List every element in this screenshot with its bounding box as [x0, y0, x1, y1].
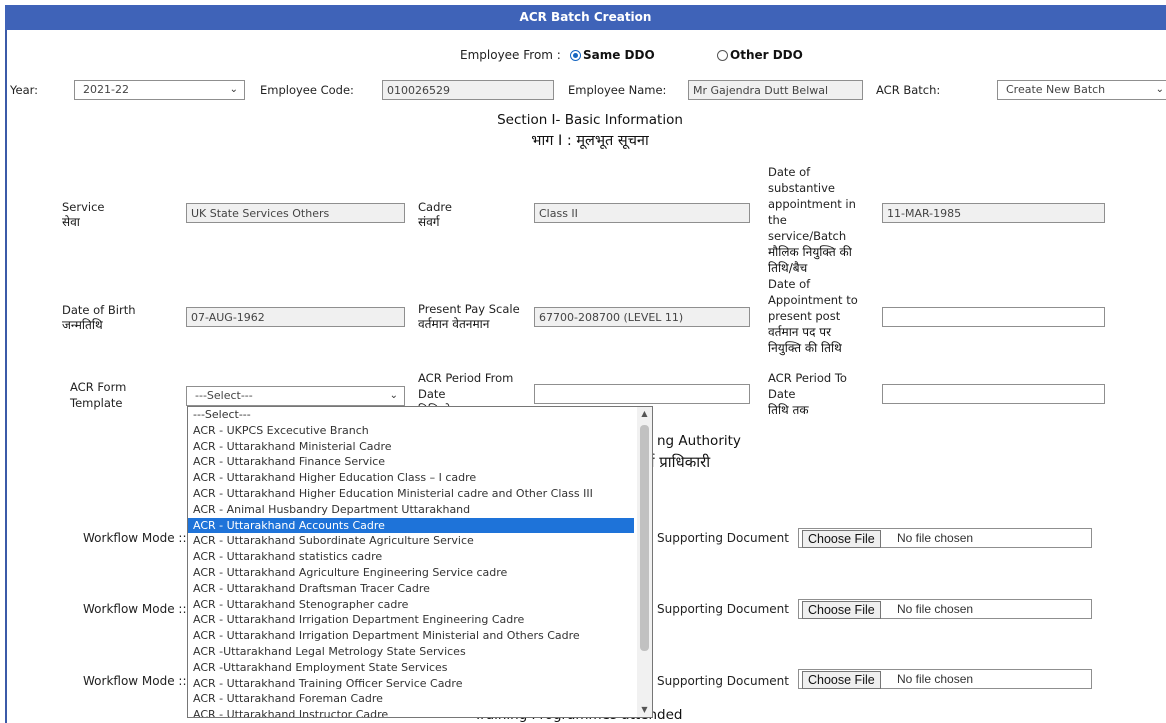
- page: ACR Batch Creation Employee From : Same …: [0, 0, 1166, 723]
- dropdown-option[interactable]: ACR - Uttarakhand Agriculture Engineerin…: [188, 565, 634, 581]
- dropdown-option[interactable]: ACR - Uttarakhand Irrigation Department …: [188, 612, 634, 628]
- file-input[interactable]: Choose File No file chosen: [798, 669, 1092, 689]
- supporting-document-label: Supporting Document: [657, 602, 789, 616]
- section2-title-hi: र्ग प्राधिकारी: [646, 453, 711, 471]
- chevron-down-icon: ⌄: [1155, 84, 1164, 95]
- acr-batch-select[interactable]: Create New Batch ⌄: [997, 80, 1166, 100]
- radio-other-ddo[interactable]: Other DDO: [717, 48, 803, 62]
- scroll-down-icon[interactable]: ▼: [637, 703, 652, 717]
- choose-file-button[interactable]: Choose File: [802, 601, 881, 619]
- acr-form-template-select[interactable]: ---Select--- ⌄: [186, 386, 405, 406]
- dropdown-option[interactable]: ACR - Uttarakhand Foreman Cadre: [188, 691, 634, 707]
- dropdown-option[interactable]: ACR - Uttarakhand Training Officer Servi…: [188, 676, 634, 692]
- workflow-mode-label: Workflow Mode ::: [83, 674, 187, 688]
- acr-period-to-label: ACR Period To Date तिथि तक: [768, 371, 847, 417]
- cadre-field[interactable]: Class II: [534, 203, 750, 223]
- dropdown-option[interactable]: ACR - Uttarakhand Stenographer cadre: [188, 597, 634, 613]
- substantive-date-field[interactable]: 11-MAR-1985: [882, 203, 1105, 223]
- scroll-up-icon[interactable]: ▲: [637, 407, 652, 421]
- dob-label: Date of Birth: [62, 303, 136, 317]
- file-status: No file chosen: [897, 672, 974, 686]
- dropdown-option[interactable]: ACR - Uttarakhand statistics cadre: [188, 549, 634, 565]
- window-title: ACR Batch Creation: [5, 5, 1166, 30]
- chevron-down-icon: ⌄: [389, 390, 398, 401]
- file-status: No file chosen: [897, 602, 974, 616]
- left-border: [5, 30, 7, 723]
- dropdown-option[interactable]: ACR - Uttarakhand Draftsman Tracer Cadre: [188, 581, 634, 597]
- dropdown-option[interactable]: ---Select---: [188, 407, 634, 423]
- employee-code-field[interactable]: 010026529: [382, 80, 554, 100]
- dropdown-option[interactable]: ACR - Uttarakhand Subordinate Agricultur…: [188, 533, 634, 549]
- acr-template-dropdown-list[interactable]: ---Select--- ACR - UKPCS Excecutive Branc…: [187, 406, 653, 718]
- dropdown-option[interactable]: ACR - Uttarakhand Finance Service: [188, 454, 634, 470]
- radio-on-icon: [570, 50, 581, 61]
- radio-same-ddo[interactable]: Same DDO: [570, 48, 655, 62]
- service-label-hi: सेवा: [62, 215, 80, 229]
- file-input[interactable]: Choose File No file chosen: [798, 528, 1092, 548]
- year-label: Year:: [10, 83, 39, 97]
- dropdown-option[interactable]: ACR - Uttarakhand Ministerial Cadre: [188, 439, 634, 455]
- payscale-label-hi: वर्तमान वेतनमान: [418, 317, 490, 331]
- dropdown-options: ---Select--- ACR - UKPCS Excecutive Branc…: [188, 407, 652, 717]
- cadre-label-hi: संवर्ग: [418, 215, 440, 229]
- acr-batch-label: ACR Batch:: [876, 83, 941, 97]
- dropdown-option[interactable]: ACR - Animal Husbandry Department Uttara…: [188, 502, 634, 518]
- file-status: No file chosen: [897, 531, 974, 545]
- radio-off-icon: [717, 50, 728, 61]
- choose-file-button[interactable]: Choose File: [802, 671, 881, 689]
- section2-title-en: ng Authority: [657, 433, 741, 449]
- scroll-thumb[interactable]: [640, 425, 649, 651]
- dropdown-option[interactable]: ACR - Uttarakhand Instructor Cadre: [188, 707, 634, 717]
- service-label: Service: [62, 200, 105, 214]
- acr-form-template-label: ACR Form Template: [70, 380, 127, 410]
- acr-period-to-field[interactable]: [882, 384, 1105, 404]
- supporting-document-label: Supporting Document: [657, 674, 789, 688]
- dropdown-option[interactable]: ACR - UKPCS Excecutive Branch: [188, 423, 634, 439]
- service-field[interactable]: UK State Services Others: [186, 203, 405, 223]
- section1-title-en: Section I- Basic Information: [497, 112, 683, 128]
- supporting-document-label: Supporting Document: [657, 531, 789, 545]
- workflow-mode-label: Workflow Mode ::: [83, 531, 187, 545]
- section1-title-hi: भाग I : मूलभूत सूचना: [531, 133, 649, 149]
- dropdown-option[interactable]: ACR -Uttarakhand Legal Metrology State S…: [188, 644, 634, 660]
- employee-code-label: Employee Code:: [260, 83, 354, 97]
- cadre-label: Cadre: [418, 200, 452, 214]
- payscale-field[interactable]: 67700-208700 (LEVEL 11): [534, 307, 750, 327]
- choose-file-button[interactable]: Choose File: [802, 530, 881, 548]
- dropdown-option[interactable]: ACR - Uttarakhand Higher Education Minis…: [188, 486, 634, 502]
- dob-label-hi: जन्मतिथि: [62, 318, 103, 332]
- employee-from-label: Employee From :: [460, 48, 561, 62]
- workflow-mode-label: Workflow Mode ::: [83, 602, 187, 616]
- present-post-date-label: Date of Appointment to present post वर्त…: [768, 277, 858, 355]
- file-input[interactable]: Choose File No file chosen: [798, 599, 1092, 619]
- employee-name-label: Employee Name:: [568, 83, 667, 97]
- dropdown-option[interactable]: ACR - Uttarakhand Accounts Cadre: [188, 517, 634, 534]
- substantive-date-label: Date of substantive appointment in the s…: [768, 165, 856, 275]
- employee-name-field[interactable]: Mr Gajendra Dutt Belwal: [688, 80, 863, 100]
- dropdown-option[interactable]: ACR - Uttarakhand Higher Education Class…: [188, 470, 634, 486]
- year-select[interactable]: 2021-22 ⌄: [74, 80, 245, 100]
- acr-period-from-field[interactable]: [534, 384, 750, 404]
- dropdown-option[interactable]: ACR -Uttarakhand Employment State Servic…: [188, 660, 634, 676]
- present-post-date-field[interactable]: [882, 307, 1105, 327]
- chevron-down-icon: ⌄: [229, 84, 238, 95]
- payscale-label: Present Pay Scale: [418, 302, 520, 316]
- dropdown-scrollbar[interactable]: ▲ ▼: [637, 407, 652, 717]
- dropdown-option[interactable]: ACR - Uttarakhand Irrigation Department …: [188, 628, 634, 644]
- dob-field[interactable]: 07-AUG-1962: [186, 307, 405, 327]
